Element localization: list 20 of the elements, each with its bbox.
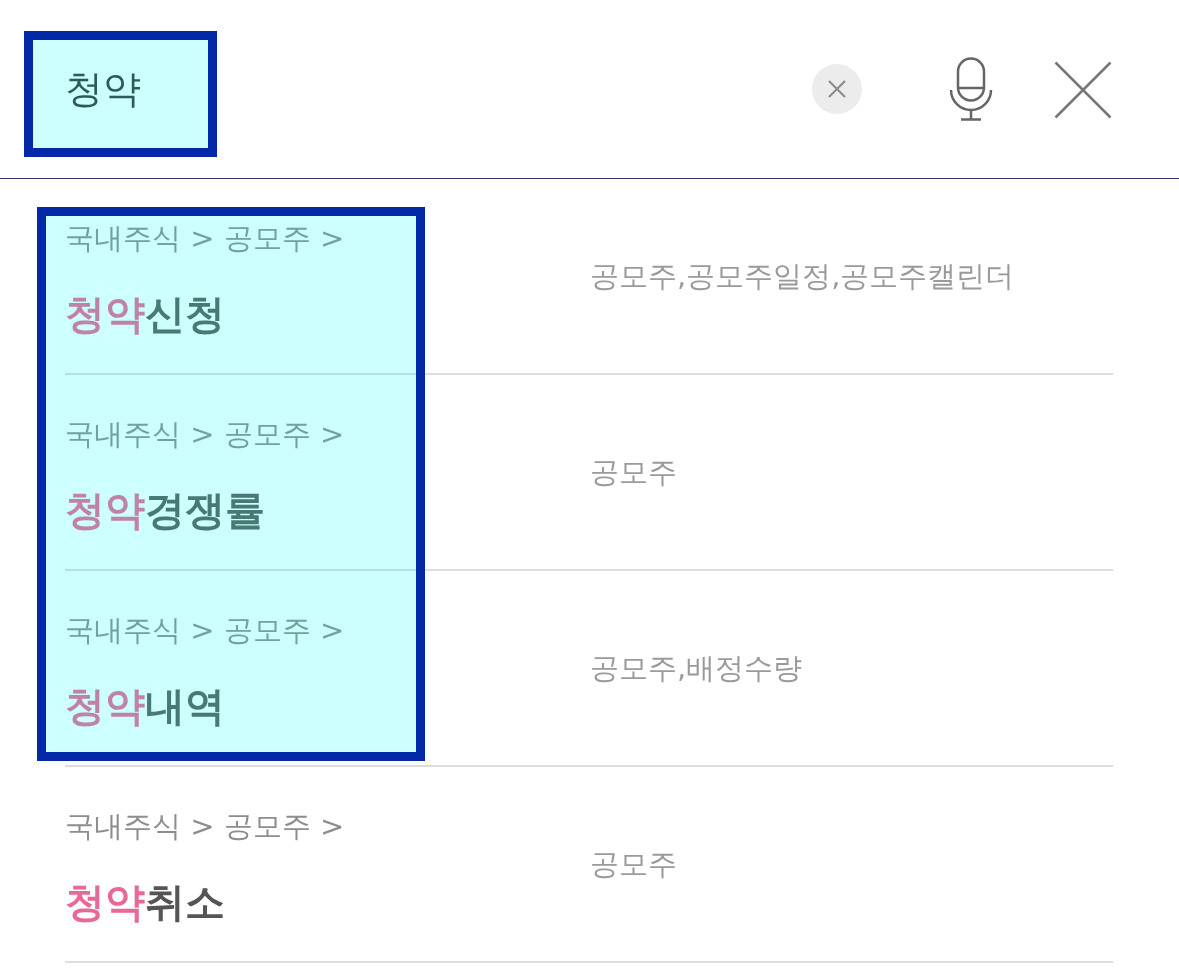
- category-path: 국내주식 > 공모주 >: [65, 809, 345, 844]
- result-keywords: 공모주,공모주일정,공모주캘린더: [590, 258, 1015, 294]
- close-circle-icon[interactable]: [812, 64, 862, 114]
- microphone-icon[interactable]: [948, 57, 994, 121]
- result-keywords: 공모주,배정수량: [590, 650, 803, 686]
- close-icon[interactable]: [1054, 61, 1112, 119]
- search-field[interactable]: 청약: [40, 49, 780, 129]
- category-path: 국내주식 > 공모주 >: [65, 221, 345, 256]
- result-title: 청약신청: [65, 290, 225, 338]
- result-title: 청약내역: [65, 682, 225, 730]
- result-keywords: 공모주: [590, 846, 677, 882]
- result-item[interactable]: 국내주식 > 공모주 > 청약신청 공모주,공모주일정,공모주캘린더: [65, 179, 1113, 375]
- category-path: 국내주식 > 공모주 >: [65, 613, 345, 648]
- result-item[interactable]: 국내주식 > 공모주 > 청약경쟁률 공모주: [65, 375, 1113, 571]
- result-item[interactable]: 국내주식 > 공모주 > 청약내역 공모주,배정수량: [65, 571, 1113, 767]
- result-keywords: 공모주: [590, 454, 677, 490]
- result-item[interactable]: 국내주식 > 공모주 > 청약취소 공모주: [65, 767, 1113, 963]
- result-title: 청약경쟁률: [65, 486, 265, 534]
- result-title: 청약취소: [65, 878, 225, 926]
- category-path: 국내주식 > 공모주 >: [65, 417, 345, 452]
